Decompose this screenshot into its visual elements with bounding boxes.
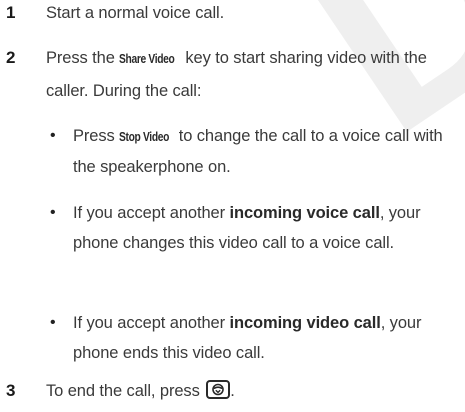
bullet-text-part: If you accept another <box>73 314 230 332</box>
bullet-text-part: If you accept another <box>73 204 230 222</box>
bullet-text: Press Stop Video to change the call to a… <box>73 121 461 182</box>
share-video-key-label: Share Video <box>119 52 175 66</box>
stop-video-key-label: Stop Video <box>119 130 170 144</box>
step-text-part: To end the call, press <box>46 382 205 400</box>
bullet-icon: • <box>50 314 56 331</box>
step-number: 2 <box>6 48 16 67</box>
step-number: 3 <box>6 381 16 400</box>
step-text: Press the Share Video key to start shari… <box>46 42 456 107</box>
step-text: Start a normal voice call. <box>46 4 225 22</box>
bullet-icon: • <box>50 204 56 221</box>
step-number: 1 <box>6 3 16 22</box>
end-call-key-icon <box>206 380 231 399</box>
incoming-voice-call-term: incoming voice call <box>229 204 380 222</box>
bullet-text-part: Press <box>73 127 120 145</box>
bullet-text: If you accept another incoming voice cal… <box>73 198 461 258</box>
bullet-icon: • <box>50 127 56 144</box>
step-text-part: . <box>230 382 235 400</box>
step-text-part: Press the <box>46 49 120 67</box>
step-text: To end the call, press . <box>46 380 456 402</box>
bullet-text: If you accept another incoming video cal… <box>73 308 461 368</box>
incoming-video-call-term: incoming video call <box>229 314 381 332</box>
